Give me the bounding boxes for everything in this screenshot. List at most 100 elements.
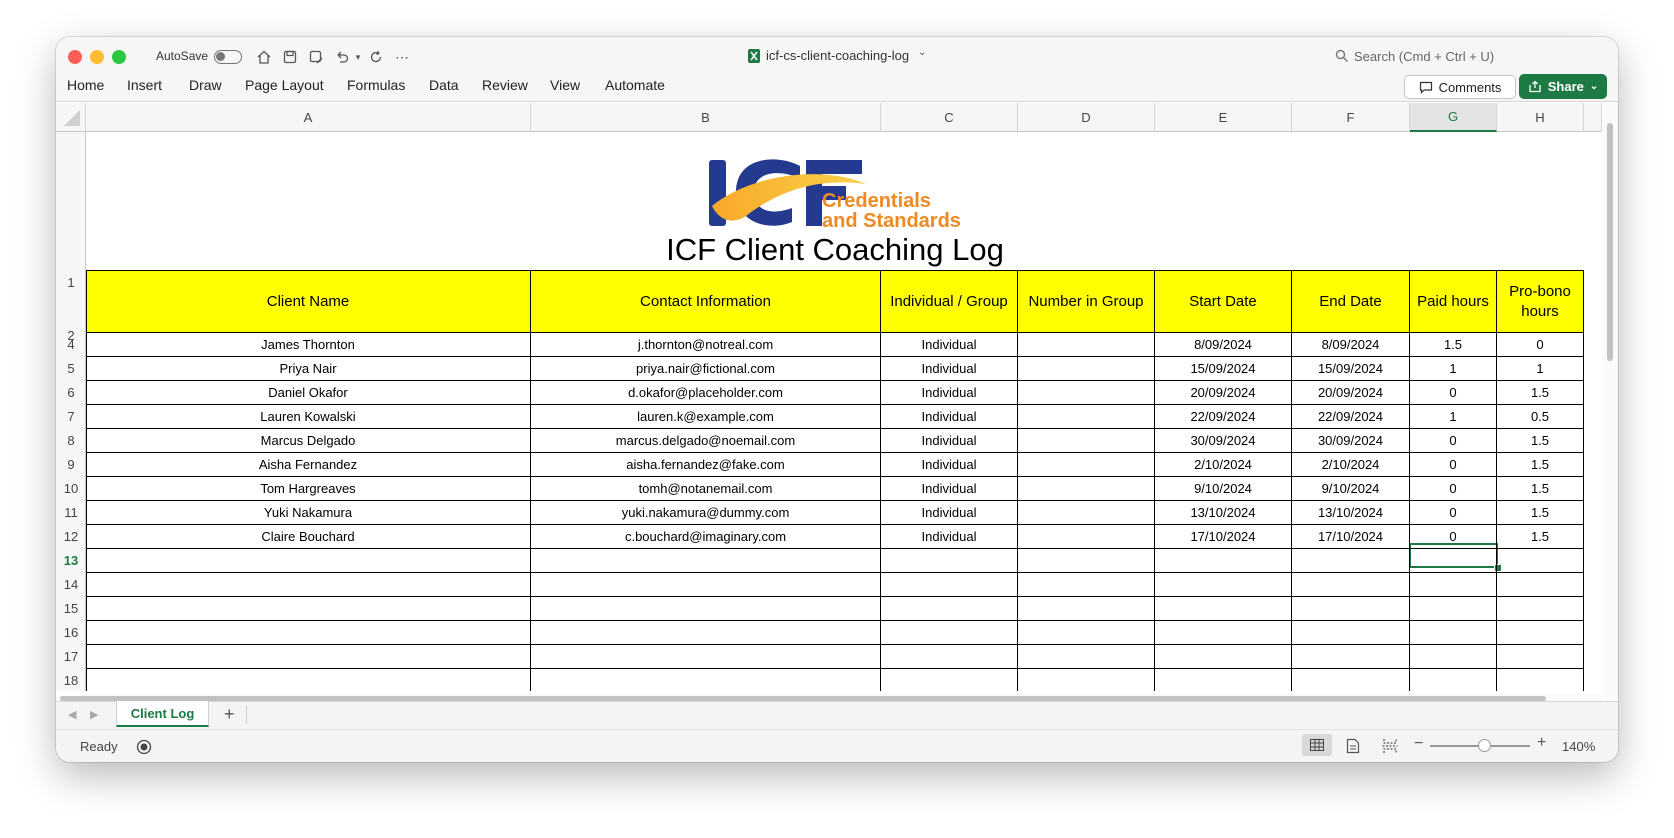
cell-end-date[interactable] <box>1292 573 1410 597</box>
cell-end-date[interactable] <box>1292 669 1410 691</box>
cell-end-date[interactable]: 13/10/2024 <box>1292 501 1410 525</box>
cell-pro-bono-hours[interactable]: 1.5 <box>1497 501 1584 525</box>
cell-individual-group[interactable]: Individual <box>881 333 1018 357</box>
cell-paid-hours[interactable]: 0 <box>1410 525 1497 549</box>
cell-start-date[interactable]: 22/09/2024 <box>1155 405 1292 429</box>
cell-start-date[interactable]: 2/10/2024 <box>1155 453 1292 477</box>
cell-client-name[interactable]: Daniel Okafor <box>86 381 531 405</box>
tab-insert[interactable]: Insert <box>127 77 162 93</box>
next-sheet-icon[interactable]: ▶ <box>90 708 98 721</box>
cell-contact-information[interactable] <box>531 669 881 691</box>
header-client-name[interactable]: Client Name <box>86 271 531 333</box>
cell-contact-information[interactable] <box>531 645 881 669</box>
cell-end-date[interactable] <box>1292 645 1410 669</box>
vertical-scroll-thumb[interactable] <box>1607 123 1613 361</box>
cell-individual-group[interactable] <box>881 621 1018 645</box>
cell-contact-information[interactable]: aisha.fernandez@fake.com <box>531 453 881 477</box>
column-header-a[interactable]: A <box>86 103 531 132</box>
cell-end-date[interactable]: 22/09/2024 <box>1292 405 1410 429</box>
header-number-in-group[interactable]: Number in Group <box>1018 271 1155 333</box>
add-sheet-icon[interactable]: + <box>224 704 235 725</box>
column-header-e[interactable]: E <box>1155 103 1292 132</box>
cell-client-name[interactable] <box>86 549 531 573</box>
cell-pro-bono-hours[interactable]: 1 <box>1497 357 1584 381</box>
cell-pro-bono-hours[interactable]: 0 <box>1497 333 1584 357</box>
cell-client-name[interactable]: Priya Nair <box>86 357 531 381</box>
cell-individual-group[interactable] <box>881 597 1018 621</box>
cell-contact-information[interactable]: yuki.nakamura@dummy.com <box>531 501 881 525</box>
cell-paid-hours[interactable] <box>1410 549 1497 573</box>
cell-client-name[interactable]: Marcus Delgado <box>86 429 531 453</box>
row-header[interactable]: 6 <box>56 385 86 403</box>
zoom-out-icon[interactable]: − <box>1414 735 1423 753</box>
cell-number-in-group[interactable] <box>1018 333 1155 357</box>
cell-start-date[interactable] <box>1155 549 1292 573</box>
cell-number-in-group[interactable] <box>1018 405 1155 429</box>
row-header[interactable]: 14 <box>56 577 86 595</box>
previous-sheet-icon[interactable]: ◀ <box>68 708 76 721</box>
row-header[interactable]: 1 <box>56 275 86 293</box>
column-header-f[interactable]: F <box>1292 103 1410 132</box>
cell-contact-information[interactable] <box>531 549 881 573</box>
cell-pro-bono-hours[interactable] <box>1497 549 1584 573</box>
cell-end-date[interactable]: 2/10/2024 <box>1292 453 1410 477</box>
cell-pro-bono-hours[interactable]: 1.5 <box>1497 453 1584 477</box>
tab-home[interactable]: Home <box>67 77 104 93</box>
header-individual-group[interactable]: Individual / Group <box>881 271 1018 333</box>
tab-page-layout[interactable]: Page Layout <box>245 77 324 93</box>
cell-start-date[interactable]: 9/10/2024 <box>1155 477 1292 501</box>
undo-dropdown-chevron-icon[interactable]: ▾ <box>348 47 368 67</box>
cell-pro-bono-hours[interactable] <box>1497 645 1584 669</box>
cell-contact-information[interactable]: marcus.delgado@noemail.com <box>531 429 881 453</box>
cell-individual-group[interactable] <box>881 573 1018 597</box>
tab-draw[interactable]: Draw <box>189 77 222 93</box>
cell-client-name[interactable]: James Thornton <box>86 333 531 357</box>
cell-number-in-group[interactable] <box>1018 573 1155 597</box>
cell-individual-group[interactable]: Individual <box>881 357 1018 381</box>
cell-number-in-group[interactable] <box>1018 669 1155 691</box>
cell-client-name[interactable] <box>86 573 531 597</box>
tab-automate[interactable]: Automate <box>605 77 665 93</box>
cell-pro-bono-hours[interactable]: 0.5 <box>1497 405 1584 429</box>
cell-individual-group[interactable] <box>881 549 1018 573</box>
cell-start-date[interactable]: 8/09/2024 <box>1155 333 1292 357</box>
cell-start-date[interactable] <box>1155 597 1292 621</box>
cell-individual-group[interactable] <box>881 669 1018 691</box>
page-layout-view-icon[interactable] <box>1346 738 1360 754</box>
cell-pro-bono-hours[interactable] <box>1497 573 1584 597</box>
cell-number-in-group[interactable] <box>1018 645 1155 669</box>
header-start-date[interactable]: Start Date <box>1155 271 1292 333</box>
save-as-icon[interactable] <box>306 47 326 67</box>
share-button[interactable]: Share ⌄ <box>1519 74 1607 99</box>
column-header-b[interactable]: B <box>531 103 881 132</box>
column-header-h[interactable]: H <box>1497 103 1584 132</box>
more-options-icon[interactable]: ⋯ <box>392 47 412 67</box>
minimize-window-button[interactable] <box>90 50 104 64</box>
cell-number-in-group[interactable] <box>1018 621 1155 645</box>
cell-contact-information[interactable]: d.okafor@placeholder.com <box>531 381 881 405</box>
zoom-slider-thumb[interactable] <box>1478 739 1491 752</box>
cell-contact-information[interactable]: priya.nair@fictional.com <box>531 357 881 381</box>
cell-end-date[interactable]: 30/09/2024 <box>1292 429 1410 453</box>
header-end-date[interactable]: End Date <box>1292 271 1410 333</box>
cell-end-date[interactable]: 17/10/2024 <box>1292 525 1410 549</box>
cell-end-date[interactable]: 8/09/2024 <box>1292 333 1410 357</box>
redo-icon[interactable] <box>366 47 386 67</box>
cell-start-date[interactable]: 15/09/2024 <box>1155 357 1292 381</box>
cell-client-name[interactable] <box>86 645 531 669</box>
sheet-tab-client-log[interactable]: Client Log <box>116 701 209 727</box>
tab-formulas[interactable]: Formulas <box>347 77 405 93</box>
row-header[interactable]: 9 <box>56 457 86 475</box>
tab-review[interactable]: Review <box>482 77 528 93</box>
cell-individual-group[interactable] <box>881 645 1018 669</box>
row-header[interactable]: 18 <box>56 673 86 691</box>
cell-paid-hours[interactable]: 0 <box>1410 429 1497 453</box>
worksheet-grid[interactable]: A B C D E F G H Credentials and Standard… <box>56 103 1602 691</box>
cell-start-date[interactable] <box>1155 621 1292 645</box>
column-header-i-partial[interactable] <box>1584 103 1602 132</box>
cell-number-in-group[interactable] <box>1018 429 1155 453</box>
cell-paid-hours[interactable]: 0 <box>1410 501 1497 525</box>
save-icon[interactable] <box>280 47 300 67</box>
cell-paid-hours[interactable]: 0 <box>1410 381 1497 405</box>
cell-start-date[interactable]: 20/09/2024 <box>1155 381 1292 405</box>
